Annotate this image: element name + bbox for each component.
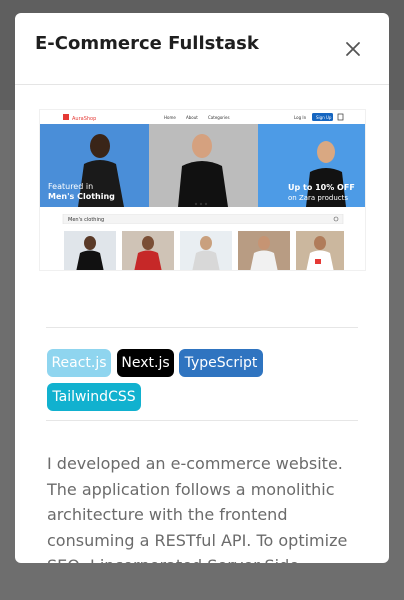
tag-typescript: TypeScript [179,349,263,377]
tag-react: React.js [47,349,111,377]
preview-nav: AuraShop Home About Categories Log In Si… [40,110,365,124]
svg-text:Men's clothing: Men's clothing [68,217,104,223]
svg-text:Categories: Categories [208,115,230,120]
svg-text:Up to 10% OFF: Up to 10% OFF [288,183,355,192]
svg-text:on Zara products: on Zara products [288,194,348,202]
divider-bottom [46,420,358,421]
modal-title: E-Commerce Fullstask [35,33,259,54]
svg-text:Featured in: Featured in [48,182,93,191]
svg-text:Men's Clothing: Men's Clothing [48,192,115,201]
modal-body: AuraShop Home About Categories Log In Si… [15,85,389,563]
svg-text:Sign Up: Sign Up [316,115,332,120]
project-description: I developed an e-commerce website. The a… [47,454,348,563]
close-icon [346,42,360,56]
svg-text:Home: Home [164,115,176,120]
tag-nextjs: Next.js [117,349,174,377]
project-screenshot: AuraShop Home About Categories Log In Si… [39,109,366,271]
tag-tailwindcss: TailwindCSS [47,383,141,411]
svg-text:Log In: Log In [294,115,307,120]
preview-product-grid [64,231,344,270]
preview-brand: AuraShop [72,116,96,122]
preview-section-bar: Men's clothing [62,214,344,224]
project-modal: E-Commerce Fullstask AuraShop Home About… [15,13,389,563]
modal-header: E-Commerce Fullstask [15,13,389,85]
close-button[interactable] [343,39,363,59]
svg-text:About: About [186,115,198,120]
divider-top [46,327,358,328]
preview-hero: Featured in Men's Clothing Up to 10% OFF… [40,124,365,207]
